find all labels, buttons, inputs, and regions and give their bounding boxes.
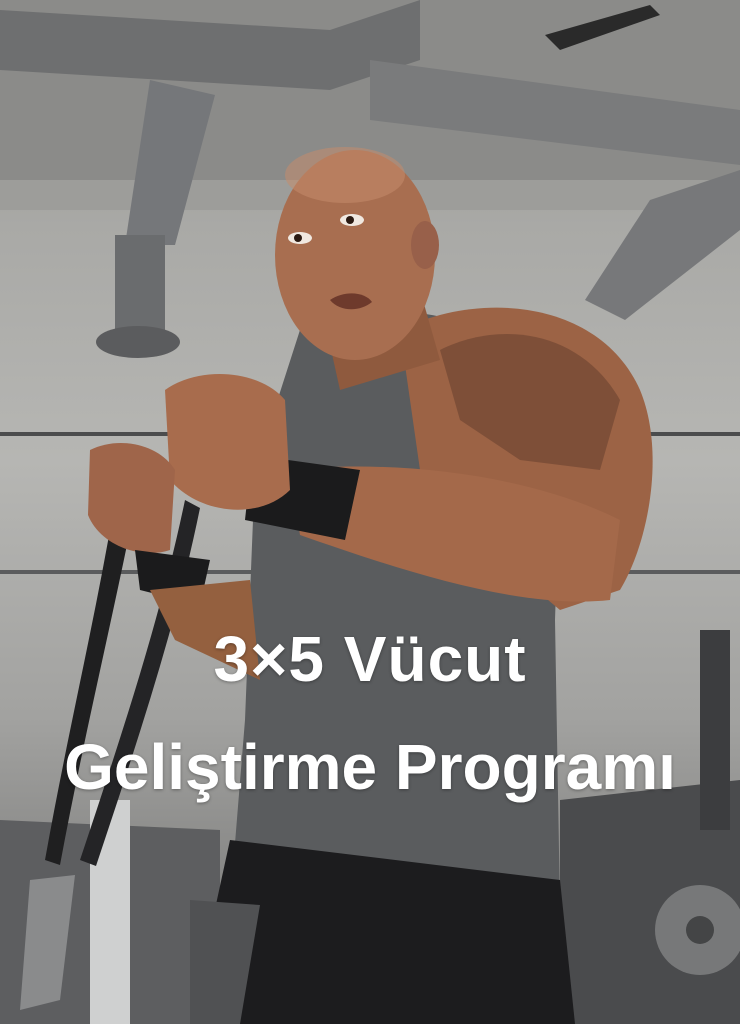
right-fist: [165, 373, 290, 510]
ear: [411, 221, 439, 269]
caption-line-1: 3×5 Vücut: [213, 623, 527, 695]
gym-photo: [0, 0, 740, 1024]
caption-line-2: Geliştirme Programı: [64, 731, 676, 803]
photo-scene: 3×5 Vücut Geliştirme Programı: [0, 0, 740, 1024]
duct-vent: [96, 326, 180, 358]
duct-drop: [115, 235, 165, 330]
left-fist: [88, 442, 175, 554]
